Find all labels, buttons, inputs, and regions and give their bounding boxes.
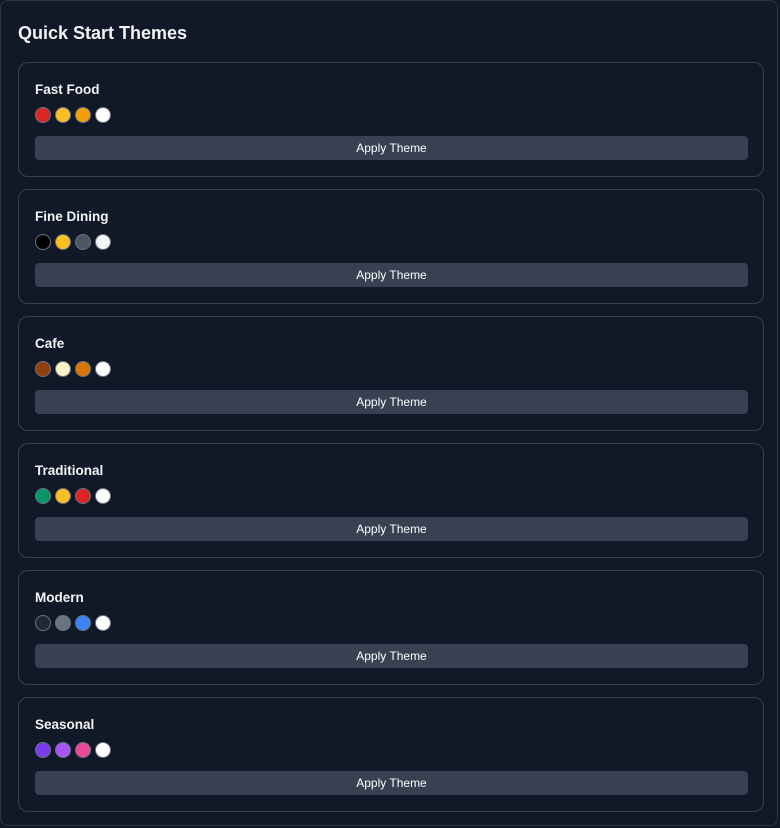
color-swatch bbox=[75, 615, 91, 631]
color-swatch bbox=[75, 234, 91, 250]
color-swatch bbox=[55, 488, 71, 504]
color-swatch bbox=[95, 107, 111, 123]
theme-name: Seasonal bbox=[35, 717, 95, 732]
panel-title: Quick Start Themes bbox=[18, 23, 188, 43]
color-swatches bbox=[35, 361, 111, 377]
color-swatches bbox=[35, 615, 111, 631]
color-swatch bbox=[75, 107, 91, 123]
color-swatch bbox=[75, 488, 91, 504]
color-swatch bbox=[75, 742, 91, 758]
color-swatch bbox=[35, 361, 51, 377]
color-swatch bbox=[35, 488, 51, 504]
theme-name: Fast Food bbox=[35, 82, 100, 97]
theme-card-cafe: Cafe Apply Theme bbox=[18, 316, 764, 431]
color-swatch bbox=[55, 615, 71, 631]
color-swatch bbox=[55, 107, 71, 123]
apply-theme-button[interactable]: Apply Theme bbox=[35, 263, 748, 287]
quick-start-themes-panel: Quick Start Themes Fast Food Apply Theme… bbox=[0, 0, 778, 826]
color-swatches bbox=[35, 488, 111, 504]
apply-theme-button[interactable]: Apply Theme bbox=[35, 136, 748, 160]
color-swatch bbox=[35, 234, 51, 250]
color-swatches bbox=[35, 234, 111, 250]
color-swatch bbox=[95, 615, 111, 631]
color-swatch bbox=[95, 742, 111, 758]
color-swatch bbox=[55, 234, 71, 250]
color-swatch bbox=[35, 615, 51, 631]
theme-name: Modern bbox=[35, 590, 84, 605]
theme-card-seasonal: Seasonal Apply Theme bbox=[18, 697, 764, 812]
theme-card-traditional: Traditional Apply Theme bbox=[18, 443, 764, 558]
color-swatch bbox=[35, 742, 51, 758]
theme-list: Fast Food Apply Theme Fine Dining Apply … bbox=[18, 62, 764, 824]
theme-card-fine-dining: Fine Dining Apply Theme bbox=[18, 189, 764, 304]
apply-theme-button[interactable]: Apply Theme bbox=[35, 517, 748, 541]
apply-theme-button[interactable]: Apply Theme bbox=[35, 390, 748, 414]
color-swatch bbox=[95, 361, 111, 377]
theme-name: Fine Dining bbox=[35, 209, 109, 224]
theme-name: Cafe bbox=[35, 336, 65, 351]
color-swatch bbox=[35, 107, 51, 123]
theme-card-fast-food: Fast Food Apply Theme bbox=[18, 62, 764, 177]
theme-name: Traditional bbox=[35, 463, 104, 478]
color-swatch bbox=[95, 488, 111, 504]
apply-theme-button[interactable]: Apply Theme bbox=[35, 644, 748, 668]
color-swatches bbox=[35, 107, 111, 123]
apply-theme-button[interactable]: Apply Theme bbox=[35, 771, 748, 795]
theme-card-modern: Modern Apply Theme bbox=[18, 570, 764, 685]
color-swatch bbox=[95, 234, 111, 250]
color-swatches bbox=[35, 742, 111, 758]
color-swatch bbox=[75, 361, 91, 377]
color-swatch bbox=[55, 742, 71, 758]
color-swatch bbox=[55, 361, 71, 377]
